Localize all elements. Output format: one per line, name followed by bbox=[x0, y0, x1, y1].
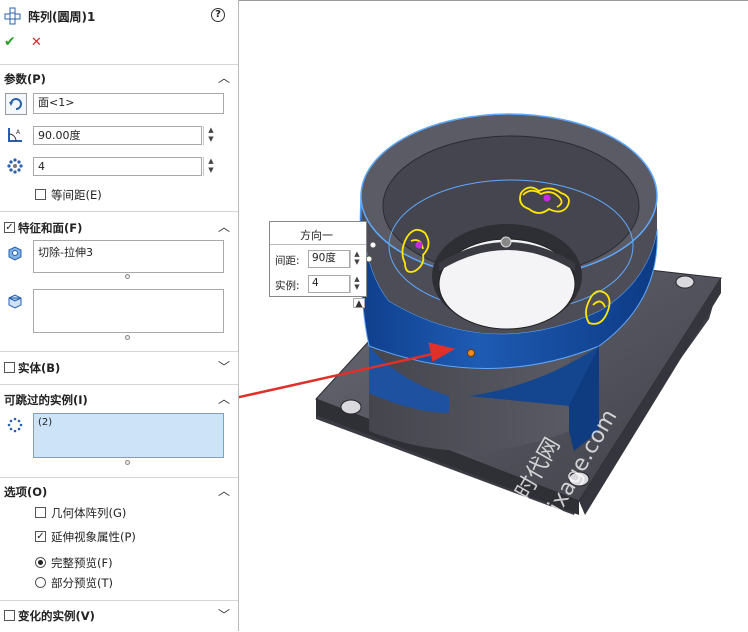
instances-field[interactable]: 4 bbox=[33, 157, 202, 176]
feature-cube-icon bbox=[6, 244, 24, 262]
angle-icon: A bbox=[6, 126, 24, 144]
propagate-visual-checkbox[interactable]: ✓ bbox=[35, 531, 46, 542]
collapse-chevron-icon[interactable]: ︿ bbox=[218, 393, 230, 405]
collapse-chevron-icon[interactable]: ︿ bbox=[218, 221, 230, 233]
skip-instances-list[interactable]: (2) bbox=[33, 413, 224, 458]
resize-handle[interactable] bbox=[125, 335, 130, 340]
direction-callout[interactable]: 方向一 间距: 90度 ▲ ▼ 实例: 4 ▲ ▼ bbox=[269, 221, 367, 297]
resize-handle[interactable] bbox=[125, 460, 130, 465]
features-section-title[interactable]: 特征和面(F) bbox=[18, 220, 82, 236]
options-section-title[interactable]: 选项(O) bbox=[4, 484, 47, 500]
expand-chevron-icon[interactable]: ﹀ bbox=[218, 609, 230, 621]
expand-chevron-icon[interactable]: ﹀ bbox=[218, 361, 230, 373]
callout-spacing-field[interactable]: 90度 bbox=[308, 250, 350, 268]
instances-icon bbox=[6, 157, 24, 175]
property-manager-panel: 阵列(圆周)1 ? ✔ ✕ 参数(P) ︿ 面<1> A 90.00度 ▲ ▼ 4… bbox=[0, 0, 239, 631]
collapse-chevron-icon[interactable]: ︿ bbox=[218, 485, 230, 497]
callout-instances-field[interactable]: 4 bbox=[308, 275, 350, 293]
bodies-checkbox[interactable] bbox=[4, 362, 15, 373]
graphics-area[interactable]: 机械时代网 www.jxage.com bbox=[239, 0, 748, 631]
propagate-visual-label: 延伸视象属性(P) bbox=[51, 530, 136, 544]
callout-spacing-label: 间距: bbox=[275, 255, 300, 267]
rotate-axis-icon bbox=[5, 93, 27, 115]
panel-title: 阵列(圆周)1 bbox=[28, 10, 96, 24]
axis-field[interactable]: 面<1> bbox=[33, 93, 224, 114]
mounting-hole bbox=[340, 399, 362, 415]
center-marker bbox=[500, 236, 512, 248]
callout-spacing-spinner[interactable]: ▲ ▼ bbox=[350, 250, 363, 268]
svg-text:A: A bbox=[16, 129, 21, 136]
cancel-button[interactable]: ✕ bbox=[31, 35, 42, 50]
varied-checkbox[interactable] bbox=[4, 610, 15, 621]
face-cube-icon bbox=[6, 292, 24, 310]
callout-instances-label: 实例: bbox=[275, 280, 300, 292]
faces-list[interactable] bbox=[33, 289, 224, 333]
varied-section-title[interactable]: 变化的实例(V) bbox=[18, 608, 95, 624]
feature-list[interactable]: 切除-拉伸3 bbox=[33, 240, 224, 273]
ok-button[interactable]: ✔ bbox=[4, 34, 16, 50]
collapse-chevron-icon[interactable]: ︿ bbox=[218, 72, 230, 84]
skip-instances-icon bbox=[6, 416, 24, 434]
instances-spinner[interactable]: ▲ ▼ bbox=[203, 157, 218, 176]
full-preview-radio[interactable] bbox=[35, 557, 46, 568]
bodies-section-title[interactable]: 实体(B) bbox=[18, 360, 60, 376]
callout-instances-spinner[interactable]: ▲ ▼ bbox=[350, 275, 363, 293]
feature-icon bbox=[4, 7, 22, 25]
equal-spacing-checkbox[interactable] bbox=[35, 189, 46, 200]
geometry-pattern-label: 几何体阵列(G) bbox=[51, 506, 127, 520]
mounting-hole bbox=[675, 275, 695, 289]
angle-spinner[interactable]: ▲ ▼ bbox=[203, 126, 218, 145]
features-checkbox[interactable]: ✓ bbox=[4, 222, 15, 233]
skip-section-title[interactable]: 可跳过的实例(I) bbox=[4, 392, 88, 408]
equal-spacing-label: 等间距(E) bbox=[51, 188, 102, 202]
geometry-pattern-checkbox[interactable] bbox=[35, 507, 46, 518]
help-icon[interactable]: ? bbox=[211, 8, 225, 22]
partial-preview-label: 部分预览(T) bbox=[51, 576, 113, 590]
callout-title: 方向一 bbox=[300, 229, 333, 242]
full-preview-label: 完整预览(F) bbox=[51, 556, 113, 570]
model-view[interactable]: 机械时代网 www.jxage.com bbox=[239, 1, 748, 632]
partial-preview-radio[interactable] bbox=[35, 577, 46, 588]
angle-field[interactable]: 90.00度 bbox=[33, 126, 202, 145]
callout-collapse-icon[interactable]: ▲ bbox=[353, 298, 365, 309]
params-section-title[interactable]: 参数(P) bbox=[4, 71, 46, 87]
resize-handle[interactable] bbox=[125, 274, 130, 279]
